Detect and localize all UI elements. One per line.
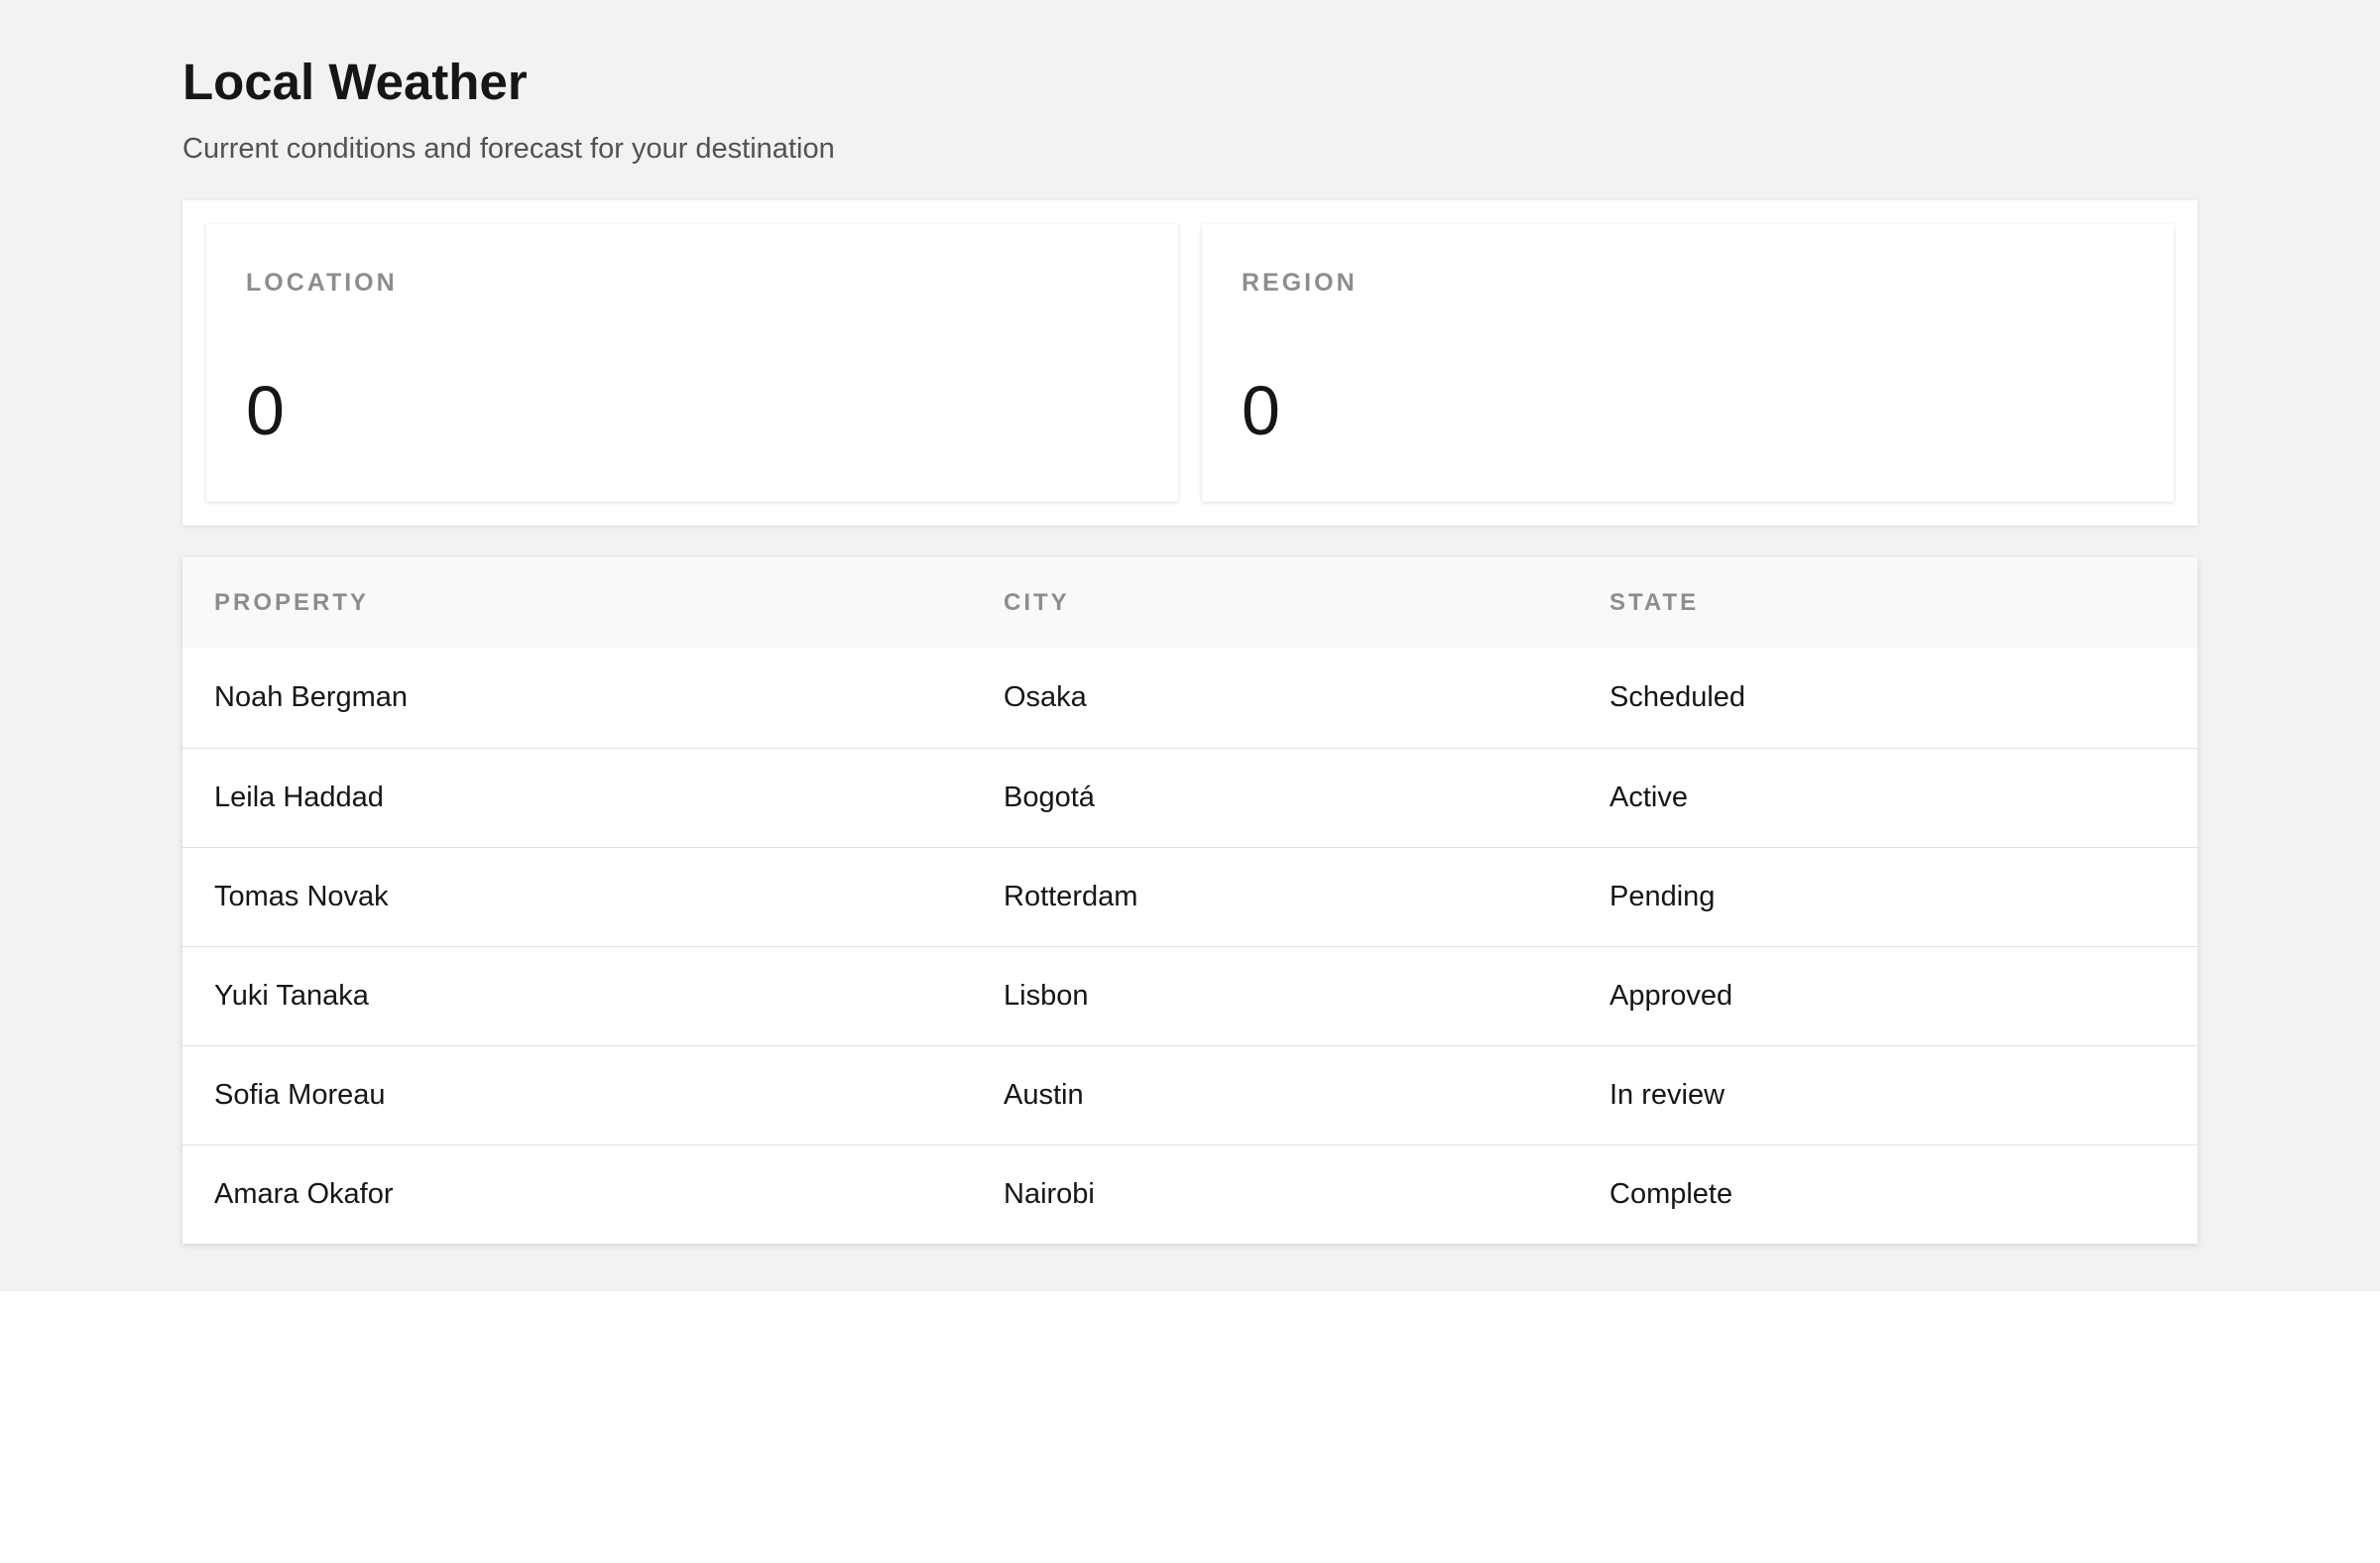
cell-property: Leila Haddad <box>182 747 972 847</box>
stat-label: LOCATION <box>246 269 398 297</box>
cell-state: In review <box>1578 1044 2198 1144</box>
table-body: Noah Bergman Osaka Scheduled Leila Hadda… <box>182 649 2198 1244</box>
page-title: Local Weather <box>182 54 528 110</box>
cell-property: Sofia Moreau <box>182 1044 972 1144</box>
cell-state: Complete <box>1578 1143 2198 1244</box>
table-header: PROPERTY CITY STATE <box>182 557 2198 649</box>
cell-city: Austin <box>972 1044 1578 1144</box>
cell-property: Noah Bergman <box>214 681 409 714</box>
column-header-property: PROPERTY <box>182 557 972 649</box>
cell-city: Lisbon <box>972 945 1578 1045</box>
cell-state: Active <box>1578 747 2198 847</box>
column-header-city: CITY <box>972 557 1578 649</box>
cell-city: Osaka <box>1004 681 1087 714</box>
stats-panel: LOCATION 0 REGION 0 <box>182 200 2198 526</box>
table-row[interactable]: Leila Haddad Bogotá Active <box>182 747 2198 847</box>
stat-label: REGION <box>1242 269 1358 297</box>
cell-property: Yuki Tanaka <box>182 945 972 1045</box>
table-row[interactable]: Amara Okafor Nairobi Complete <box>182 1143 2198 1244</box>
cell-city: Rotterdam <box>972 846 1578 946</box>
stat-card-location: LOCATION 0 <box>206 224 1178 502</box>
cell-state: Approved <box>1578 945 2198 1045</box>
table-row[interactable]: Noah Bergman Osaka Scheduled <box>182 649 2198 748</box>
cell-property: Amara Okafor <box>182 1143 972 1244</box>
data-table: PROPERTY CITY STATE Noah Bergman Osaka S… <box>182 557 2198 1244</box>
cell-property: Tomas Novak <box>182 846 972 946</box>
cell-state: Scheduled <box>1609 681 1746 714</box>
cell-city: Bogotá <box>972 747 1578 847</box>
data-table-panel: PROPERTY CITY STATE Noah Bergman Osaka S… <box>182 557 2198 1244</box>
table-header-row: PROPERTY CITY STATE <box>182 557 2198 649</box>
table-row[interactable]: Sofia Moreau Austin In review <box>182 1044 2198 1144</box>
table-row[interactable]: Tomas Novak Rotterdam Pending <box>182 846 2198 946</box>
cell-city: Nairobi <box>972 1143 1578 1244</box>
column-header-state: STATE <box>1578 557 2198 649</box>
stat-value: 0 <box>246 372 285 449</box>
stat-value: 0 <box>1242 372 1280 449</box>
stat-card-region: REGION 0 <box>1202 224 2174 502</box>
page-subtitle: Current conditions and forecast for your… <box>182 133 835 165</box>
cell-state: Pending <box>1578 846 2198 946</box>
table-row[interactable]: Yuki Tanaka Lisbon Approved <box>182 945 2198 1045</box>
